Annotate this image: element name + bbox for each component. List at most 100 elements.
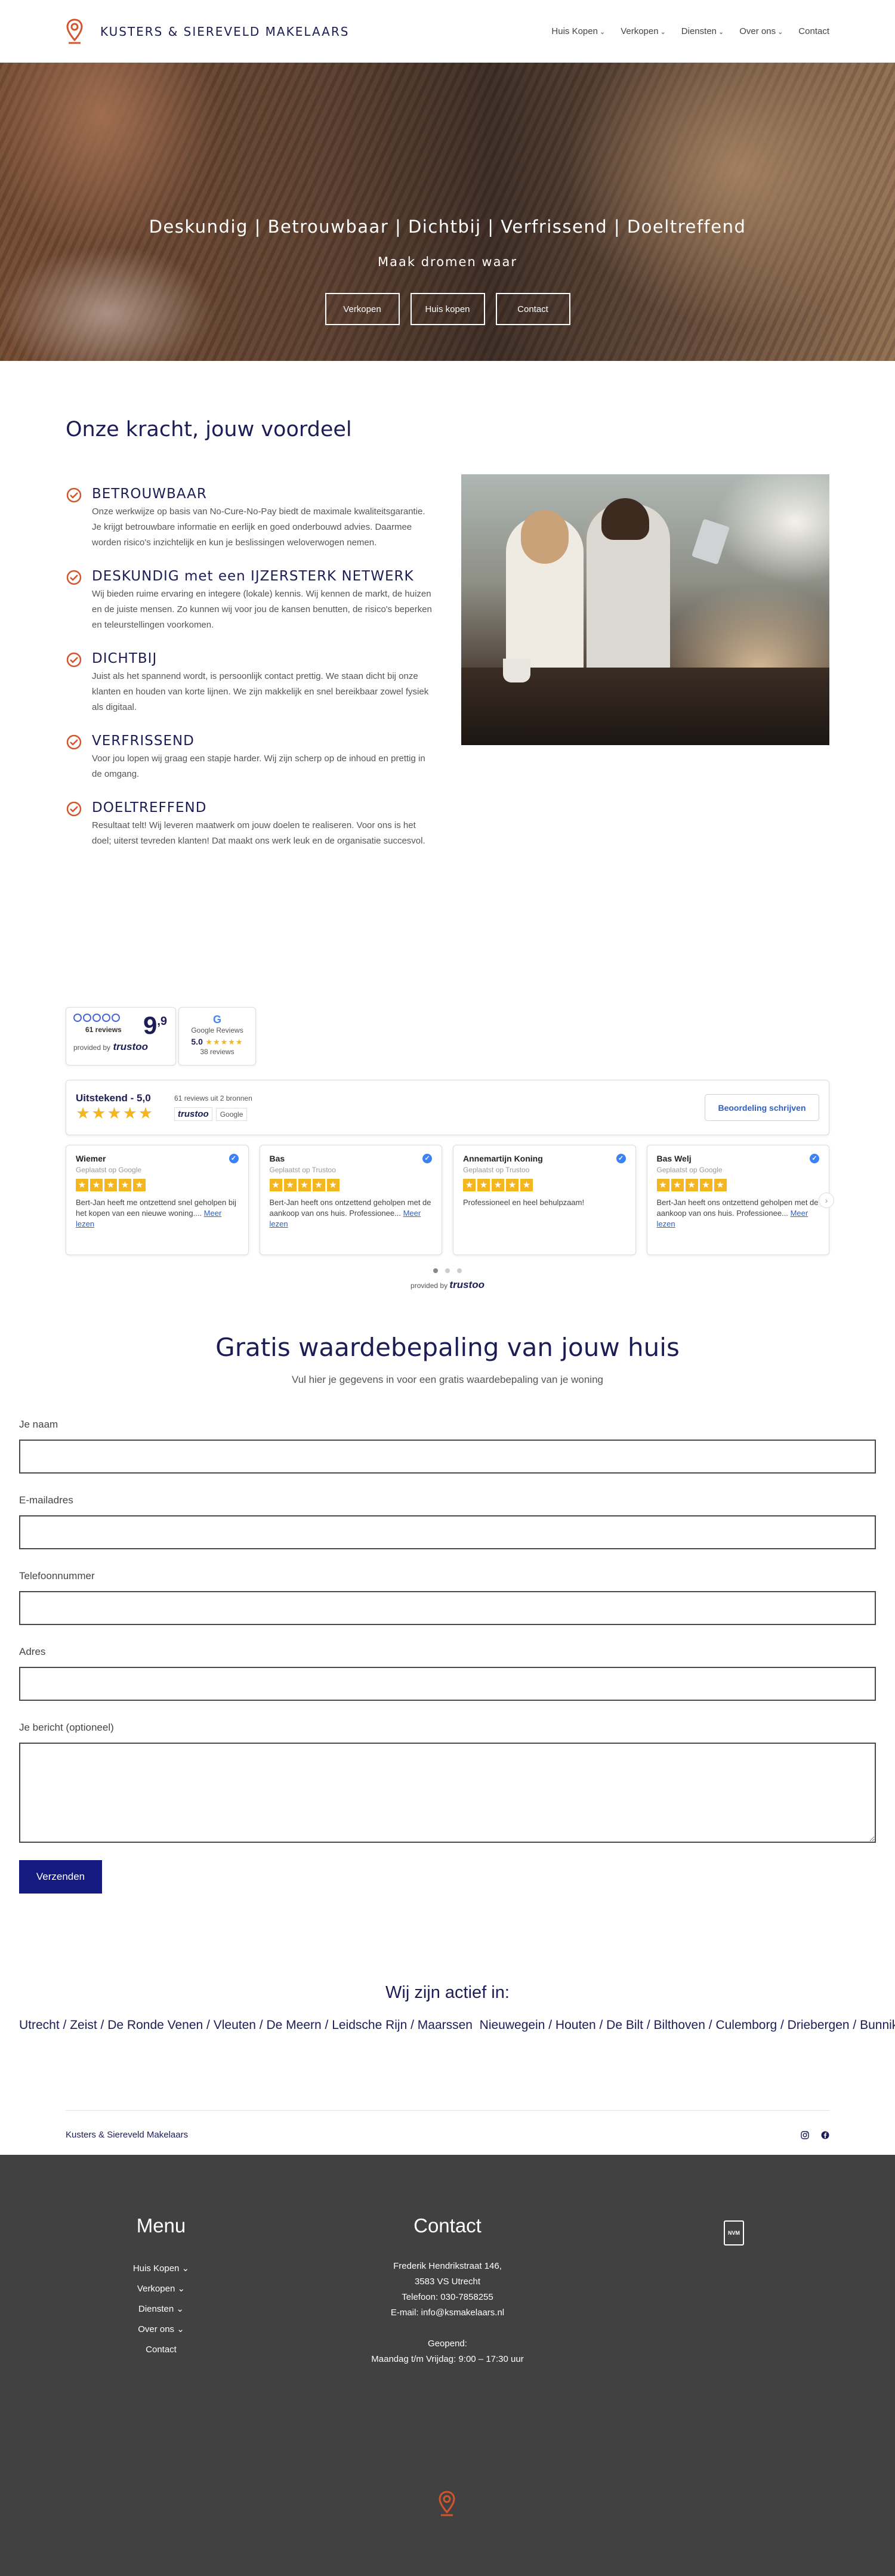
- city-link[interactable]: Leidsche Rijn: [332, 2018, 407, 2032]
- review-text: Bert-Jan heeft ons ontzettend geholpen m…: [270, 1197, 433, 1230]
- review-text: Bert-Jan heeft me ontzettend snel geholp…: [76, 1197, 239, 1230]
- city-link[interactable]: De Ronde Venen: [107, 2018, 203, 2032]
- address-field[interactable]: [19, 1667, 876, 1701]
- carousel-dot[interactable]: [433, 1268, 438, 1273]
- city-link[interactable]: Bilthoven: [654, 2018, 705, 2032]
- name-field[interactable]: [19, 1440, 876, 1474]
- review-text: Professioneel en heel behulpzaam!: [463, 1197, 626, 1208]
- carousel-dot[interactable]: [457, 1268, 462, 1273]
- reviewer-name: Wiemer: [76, 1154, 106, 1163]
- phone-field[interactable]: [19, 1591, 876, 1625]
- city-link[interactable]: Bunnik: [860, 2018, 895, 2032]
- review-card: Annemartijn Koning ✓ Geplaatst op Trustoo…: [453, 1145, 636, 1255]
- google-count: 38 reviews: [200, 1048, 234, 1056]
- contact-button[interactable]: Contact: [495, 293, 570, 325]
- city-link[interactable]: De Meern: [266, 2018, 321, 2032]
- summary-rating: Uitstekend - 5,0 ★★★★★: [76, 1092, 154, 1123]
- city-link[interactable]: De Bilt: [606, 2018, 643, 2032]
- valuation-subtitle: Vul hier je gegevens in voor een gratis …: [292, 1374, 603, 1385]
- site-header: KUSTERS & SIEREVELD MAKELAARS Huis Kopen…: [0, 0, 895, 63]
- nvm-badge[interactable]: NVM: [719, 2220, 749, 2245]
- kracht-section: Onze kracht, jouw voordeel BETROUWBAAR On…: [0, 361, 895, 867]
- message-label: Je bericht (optioneel): [19, 1722, 114, 1733]
- verkopen-button[interactable]: Verkopen: [325, 293, 400, 325]
- photo-shape: [503, 659, 530, 682]
- reviewer-name: Bas: [269, 1154, 285, 1163]
- city-link[interactable]: Driebergen: [788, 2018, 850, 2032]
- footer-link[interactable]: Contact: [146, 2345, 177, 2355]
- contact-line: E-mail: info@ksmakelaars.nl: [390, 2308, 505, 2318]
- instagram-icon[interactable]: [801, 2130, 809, 2139]
- city-link[interactable]: Utrecht: [19, 2018, 60, 2032]
- check-circle-icon: [66, 734, 82, 750]
- reviews-widget: 61 reviews 9,9 provided by trustoo G Goo…: [0, 1007, 895, 1291]
- chevron-down-icon: ⌄: [177, 2324, 184, 2334]
- site-footer: Menu Huis Kopen ⌄ Verkopen ⌄ Diensten ⌄ …: [0, 2155, 895, 2576]
- message-field[interactable]: [19, 1743, 876, 1843]
- city-link[interactable]: Nieuwegein: [480, 2018, 545, 2032]
- trustoo-logo: trustoo: [113, 1041, 149, 1052]
- review-card: Bas Welj ✓ Geplaatst op Google ★ ★ ★ ★ ★ Bert…: [646, 1145, 829, 1255]
- review-card: Wiemer ✓ Geplaatst op Google ★ ★ ★ ★ ★ Bert-J…: [66, 1145, 249, 1255]
- nav-item-huis-kopen[interactable]: Huis Kopen ⌄: [551, 26, 605, 36]
- section-title: Onze kracht, jouw voordeel: [66, 418, 352, 441]
- footer-menu-title: Menu: [136, 2214, 186, 2237]
- logo[interactable]: KUSTERS & SIEREVELD MAKELAARS: [66, 18, 349, 45]
- footer-link[interactable]: Huis Kopen: [133, 2263, 180, 2274]
- item-title: BETROUWBAAR: [92, 486, 207, 502]
- chevron-down-icon: ⌄: [176, 2304, 184, 2314]
- item-text: Onze werkwijze op basis van No-Cure-No-P…: [92, 506, 425, 548]
- list-item: DICHTBIJ Juist als het spannend wordt, is…: [66, 651, 436, 715]
- city-link[interactable]: Culemborg: [715, 2018, 777, 2032]
- city-link[interactable]: Vleuten: [214, 2018, 256, 2032]
- facebook-icon[interactable]: [821, 2131, 829, 2139]
- city-link[interactable]: Zeist: [70, 2018, 97, 2032]
- verified-icon: ✓: [616, 1154, 626, 1163]
- reviewer-name: Bas Welj: [656, 1154, 692, 1163]
- nav-item-over-ons[interactable]: Over ons ⌄: [739, 26, 783, 36]
- nvm-logo: NVM: [724, 2220, 744, 2245]
- email-label: E-mailadres: [19, 1494, 73, 1506]
- review-source: Geplaatst op Google: [76, 1166, 142, 1174]
- contact-line: Frederik Hendrikstraat 146,: [393, 2261, 502, 2271]
- provided-by: provided by trustoo: [66, 1279, 829, 1291]
- phone-label: Telefoonnummer: [19, 1570, 95, 1582]
- list-item: BETROUWBAAR Onze werkwijze op basis van N…: [66, 486, 436, 551]
- email-field[interactable]: [19, 1515, 876, 1549]
- footer-link[interactable]: Verkopen: [137, 2284, 175, 2294]
- chevron-down-icon: ⌄: [599, 29, 606, 36]
- item-title: DICHTBIJ: [92, 651, 158, 666]
- brand-name: KUSTERS & SIEREVELD MAKELAARS: [100, 24, 350, 39]
- nav-item-verkopen[interactable]: Verkopen ⌄: [621, 26, 666, 36]
- trustoo-logo: trustoo: [449, 1279, 484, 1290]
- score-value: 9: [143, 1011, 158, 1039]
- next-arrow-icon[interactable]: ›: [819, 1193, 834, 1208]
- footer-link[interactable]: Over ons: [138, 2324, 174, 2334]
- nav-item-contact[interactable]: Contact: [798, 26, 829, 36]
- kracht-list: BETROUWBAAR Onze werkwijze op basis van N…: [66, 486, 436, 867]
- nav-label: Diensten: [681, 26, 717, 36]
- contact-line: 3583 VS Utrecht: [414, 2277, 481, 2287]
- review-body: Professioneel en heel behulpzaam!: [463, 1198, 585, 1207]
- city-link[interactable]: Maarssen: [418, 2018, 473, 2032]
- huis-kopen-button[interactable]: Huis kopen: [410, 293, 485, 325]
- footer-link[interactable]: Diensten: [138, 2304, 174, 2314]
- submit-button[interactable]: Verzenden: [19, 1860, 102, 1894]
- city-link[interactable]: Houten: [555, 2018, 596, 2032]
- nav-item-diensten[interactable]: Diensten ⌄: [681, 26, 724, 36]
- carousel-dot[interactable]: [445, 1268, 450, 1273]
- photo-shape: [521, 510, 569, 564]
- footer-menu: Menu Huis Kopen ⌄ Verkopen ⌄ Diensten ⌄ …: [101, 2214, 221, 2360]
- active-areas: Wij zijn actief in: Utrecht / Zeist / De…: [0, 1983, 895, 2033]
- verified-icon: ✓: [422, 1154, 432, 1163]
- item-title: VERFRISSEND: [92, 733, 195, 749]
- nav-label: Huis Kopen: [551, 26, 598, 36]
- stars-icon: ★★★★★: [269, 1179, 433, 1191]
- google-badge[interactable]: G Google Reviews 5.0 ★★★★★ 38 reviews: [178, 1007, 256, 1065]
- score-decimal: ,9: [157, 1015, 167, 1028]
- check-circle-icon: [66, 652, 82, 668]
- stars-icon: ★★★★★: [656, 1179, 820, 1191]
- review-text: Bert-Jan heeft ons ontzettend geholpen m…: [657, 1197, 820, 1230]
- write-review-button[interactable]: Beoordeling schrijven: [705, 1094, 819, 1121]
- trustoo-badge[interactable]: 61 reviews 9,9 provided by trustoo: [66, 1007, 176, 1065]
